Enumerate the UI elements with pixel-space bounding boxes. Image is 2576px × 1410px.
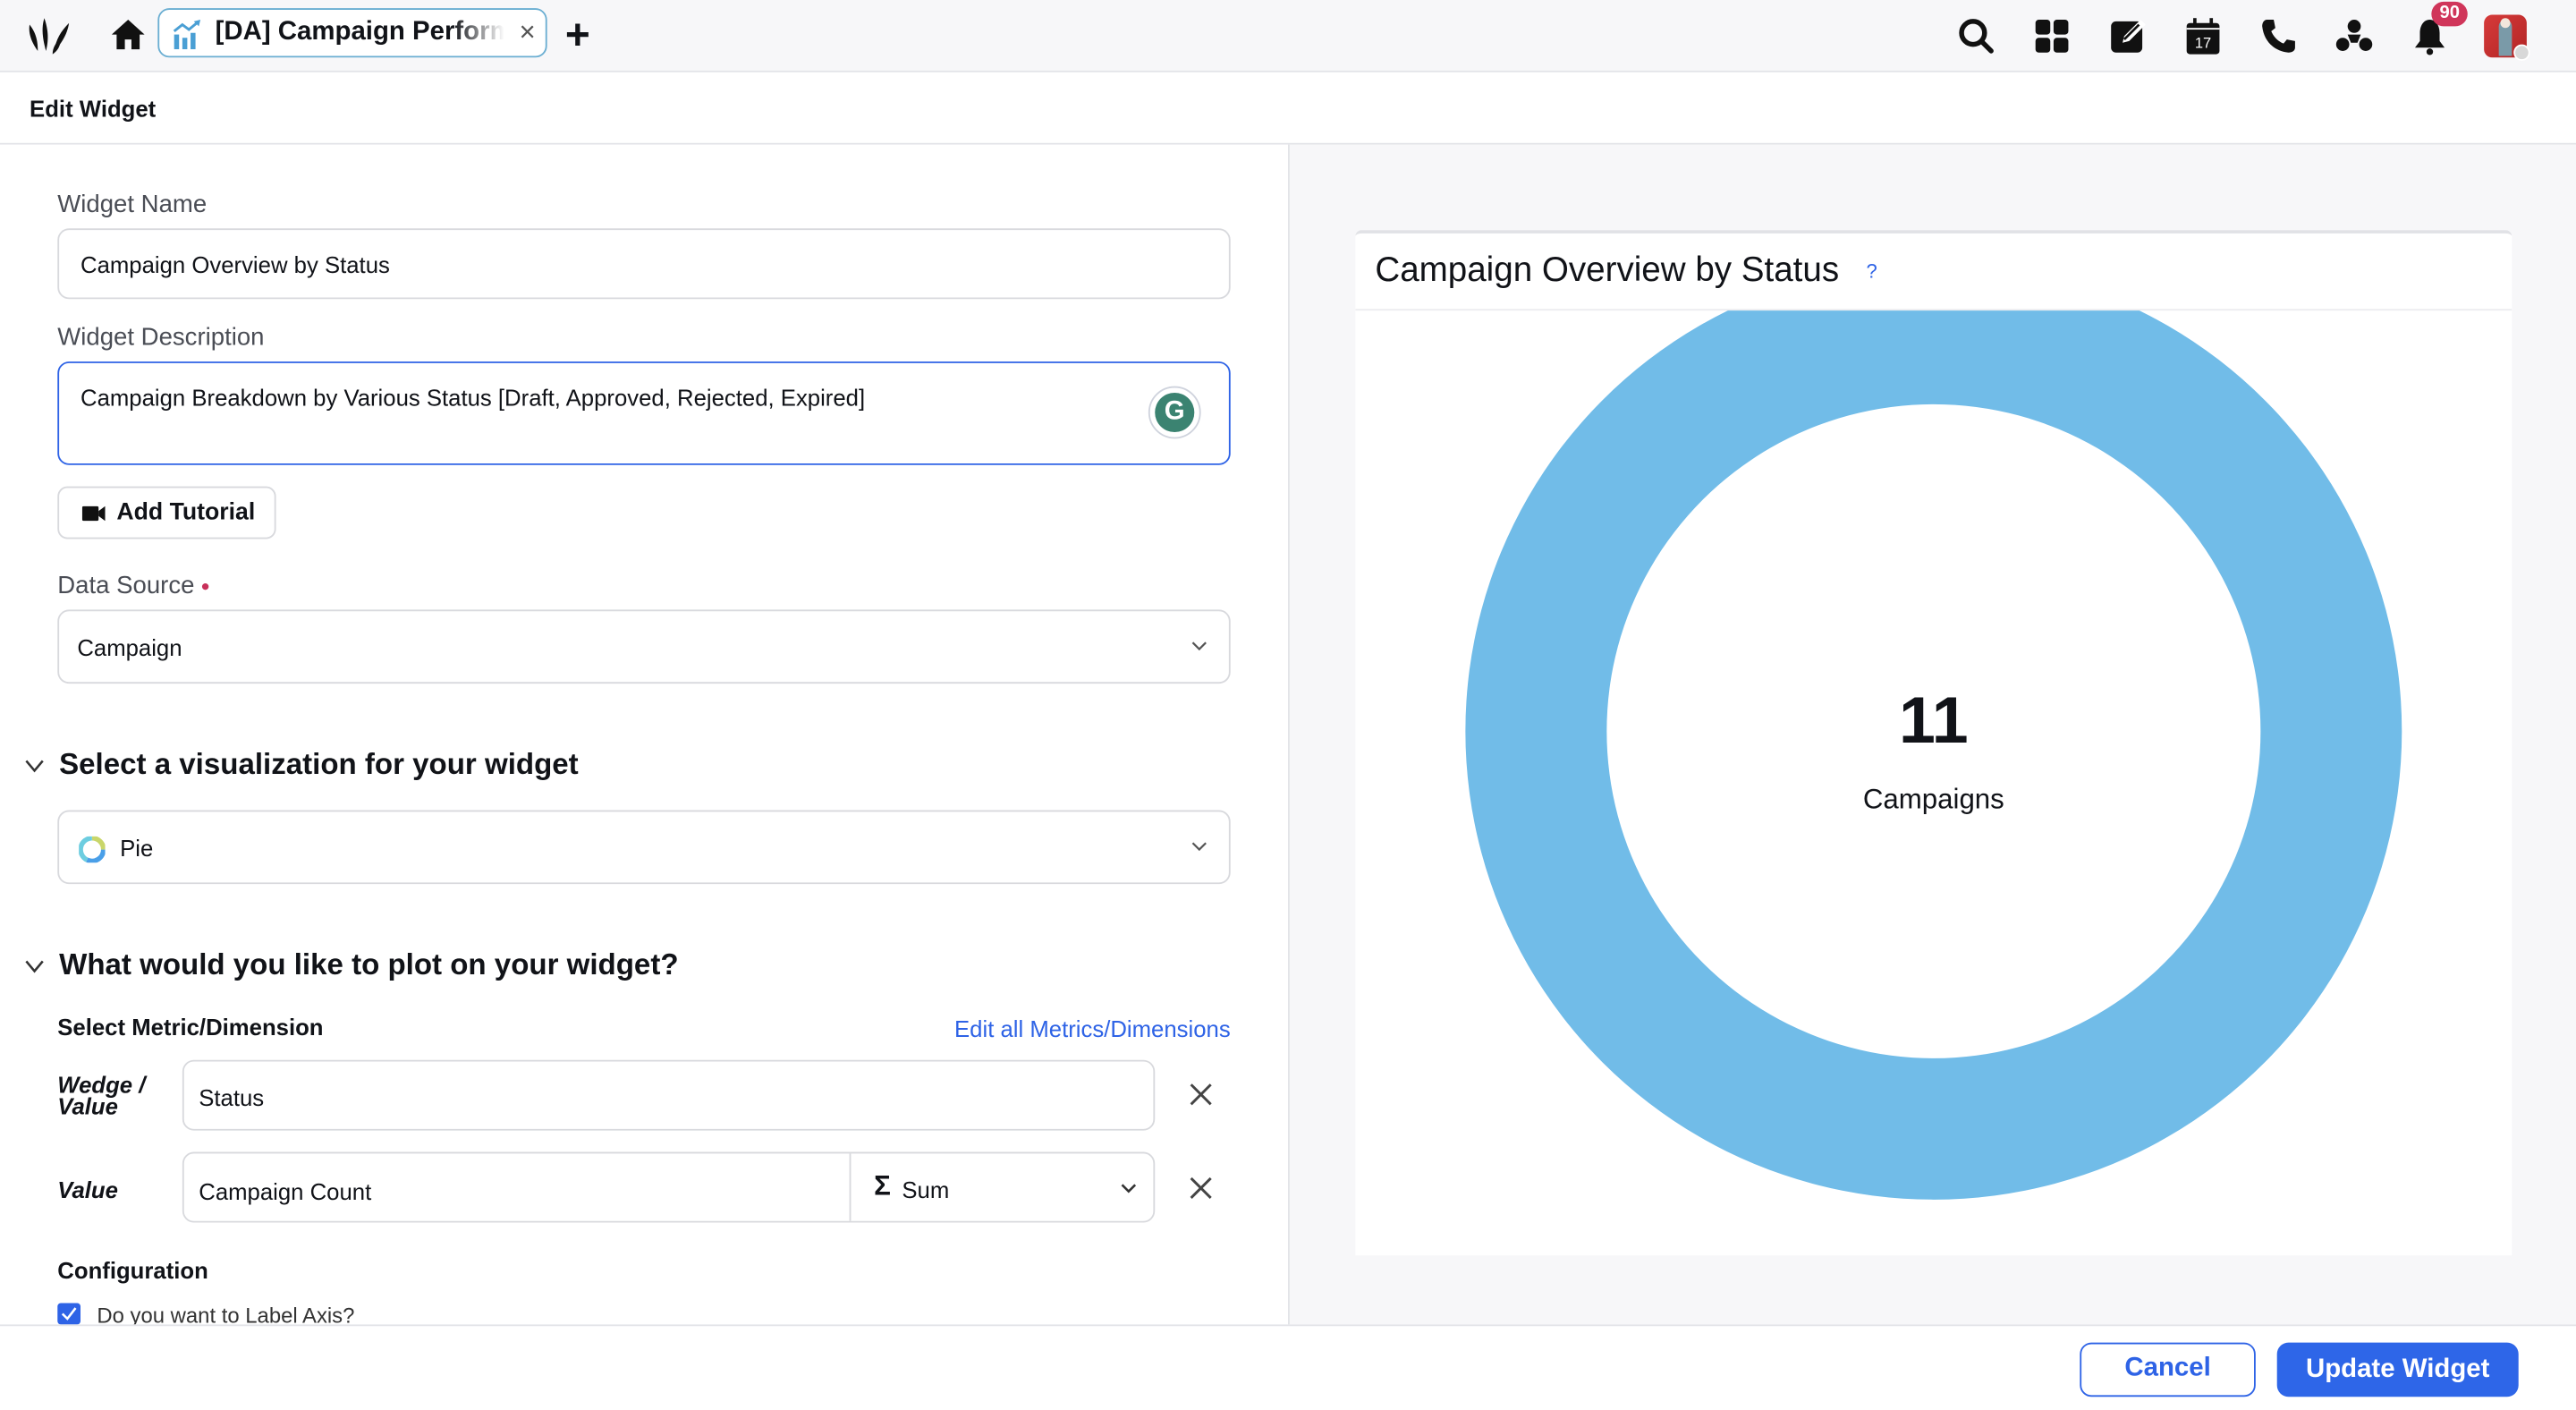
visualization-select[interactable]: Pie bbox=[57, 810, 1231, 885]
chevron-down-icon bbox=[1191, 641, 1207, 651]
calendar-icon: 17 bbox=[2186, 18, 2220, 55]
visualization-value: Pie bbox=[120, 835, 154, 862]
cancel-button[interactable]: Cancel bbox=[2080, 1342, 2256, 1397]
donut-center-value: 11 bbox=[1898, 684, 1969, 758]
data-source-select[interactable]: Campaign bbox=[57, 609, 1231, 684]
video-camera-icon bbox=[81, 505, 106, 522]
card-header: Campaign Overview by Status ? bbox=[1355, 234, 2512, 311]
compose-button[interactable] bbox=[2089, 15, 2165, 58]
update-widget-button[interactable]: Update Widget bbox=[2276, 1342, 2519, 1397]
plot-section-title: What would you like to plot on your widg… bbox=[59, 947, 679, 981]
edit-all-metrics-link[interactable]: Edit all Metrics/Dimensions bbox=[954, 1015, 1231, 1041]
wedge-value: Status bbox=[199, 1084, 265, 1111]
apps-grid-icon bbox=[2035, 20, 2069, 53]
value-metric: Campaign Count bbox=[199, 1177, 372, 1205]
widget-description-label: Widget Description bbox=[57, 323, 265, 352]
top-navigation-bar: [DA] Campaign Performance × + 17 bbox=[0, 0, 2576, 72]
page-title: Edit Widget bbox=[30, 95, 157, 122]
notifications-button[interactable]: 90 bbox=[2392, 1, 2469, 58]
presence-status-dot bbox=[2513, 44, 2530, 61]
phone-icon bbox=[2262, 20, 2295, 53]
toolbar: 17 90 bbox=[1938, 1, 2543, 61]
configuration-label: Configuration bbox=[57, 1257, 208, 1284]
value-label: Value bbox=[57, 1176, 118, 1203]
add-tutorial-label: Add Tutorial bbox=[116, 499, 256, 526]
community-icon bbox=[2335, 20, 2373, 51]
data-source-value: Campaign bbox=[77, 633, 182, 661]
pie-chart-icon bbox=[79, 836, 106, 863]
widget-name-input[interactable]: Campaign Overview by Status bbox=[57, 228, 1231, 300]
collapse-visualization-chevron-icon[interactable] bbox=[25, 756, 45, 776]
wedge-value-input[interactable]: Status bbox=[182, 1059, 1156, 1131]
analytics-chart-icon bbox=[173, 20, 201, 50]
widget-form: Widget Name Campaign Overview by Status … bbox=[0, 144, 1288, 1325]
widget-description-textarea[interactable]: Campaign Breakdown by Various Status [Dr… bbox=[57, 361, 1231, 465]
widget-name-label: Widget Name bbox=[57, 191, 208, 219]
tab-title: [DA] Campaign Performance bbox=[215, 18, 504, 47]
search-button[interactable] bbox=[1938, 15, 2013, 58]
widget-preview-card: Campaign Overview by Status ? 11 Campaig… bbox=[1355, 230, 2512, 1256]
sigma-icon: Σ bbox=[874, 1169, 891, 1202]
user-menu-button[interactable] bbox=[2468, 14, 2543, 61]
card-title: Campaign Overview by Status bbox=[1375, 251, 1840, 290]
add-tutorial-button[interactable]: Add Tutorial bbox=[57, 486, 276, 539]
select-metric-label: Select Metric/Dimension bbox=[57, 1014, 324, 1041]
grammarly-icon: G bbox=[1155, 392, 1195, 433]
phone-button[interactable] bbox=[2241, 15, 2316, 58]
calendar-button[interactable]: 17 bbox=[2165, 15, 2241, 58]
chevron-down-icon bbox=[1121, 1184, 1137, 1193]
notification-count-badge: 90 bbox=[2431, 1, 2469, 27]
tab-campaign-performance[interactable]: [DA] Campaign Performance × bbox=[157, 8, 547, 58]
required-indicator bbox=[202, 583, 209, 590]
widget-preview-panel: Campaign Overview by Status ? 11 Campaig… bbox=[1287, 144, 2576, 1325]
close-tab-icon[interactable]: × bbox=[520, 16, 536, 49]
aggregation-value: Sum bbox=[902, 1176, 950, 1203]
app-logo-icon[interactable] bbox=[25, 15, 74, 58]
calendar-day: 17 bbox=[2195, 34, 2211, 51]
chevron-down-icon bbox=[1191, 842, 1207, 852]
widget-description-value: Campaign Breakdown by Various Status [Dr… bbox=[80, 384, 866, 412]
search-icon bbox=[1959, 19, 1994, 54]
home-icon[interactable] bbox=[110, 18, 146, 51]
donut-center-label: Campaigns bbox=[1862, 784, 2004, 816]
value-metric-input[interactable]: Campaign Count Σ Sum bbox=[182, 1151, 1157, 1223]
checkmark-icon bbox=[61, 1307, 77, 1321]
visualization-section-title: Select a visualization for your widget bbox=[59, 747, 579, 781]
label-axis-checkbox[interactable] bbox=[57, 1303, 80, 1325]
footer-actions: Cancel Update Widget bbox=[0, 1324, 2576, 1410]
remove-wedge-icon[interactable] bbox=[1186, 1080, 1216, 1109]
page-header: Edit Widget bbox=[0, 72, 2576, 145]
apps-button[interactable] bbox=[2014, 15, 2089, 58]
remove-value-icon[interactable] bbox=[1186, 1173, 1216, 1202]
label-axis-text: Do you want to Label Axis? bbox=[97, 1303, 355, 1325]
edit-widget-screen: [DA] Campaign Performance × + 17 bbox=[0, 0, 2576, 1410]
grammarly-button[interactable]: G bbox=[1148, 386, 1201, 439]
community-button[interactable] bbox=[2317, 15, 2392, 58]
wedge-value-label: Wedge / Value bbox=[57, 1071, 146, 1119]
collapse-plot-chevron-icon[interactable] bbox=[25, 956, 45, 976]
donut-chart: 11 Campaigns bbox=[1355, 262, 2512, 1255]
widget-name-value: Campaign Overview by Status bbox=[80, 251, 390, 278]
add-tab-button[interactable]: + bbox=[565, 13, 590, 56]
aggregation-select[interactable]: Σ Sum bbox=[851, 1153, 1157, 1220]
help-icon[interactable]: ? bbox=[1867, 259, 1877, 283]
data-source-label: Data Source bbox=[57, 572, 209, 599]
compose-icon bbox=[2111, 20, 2146, 53]
